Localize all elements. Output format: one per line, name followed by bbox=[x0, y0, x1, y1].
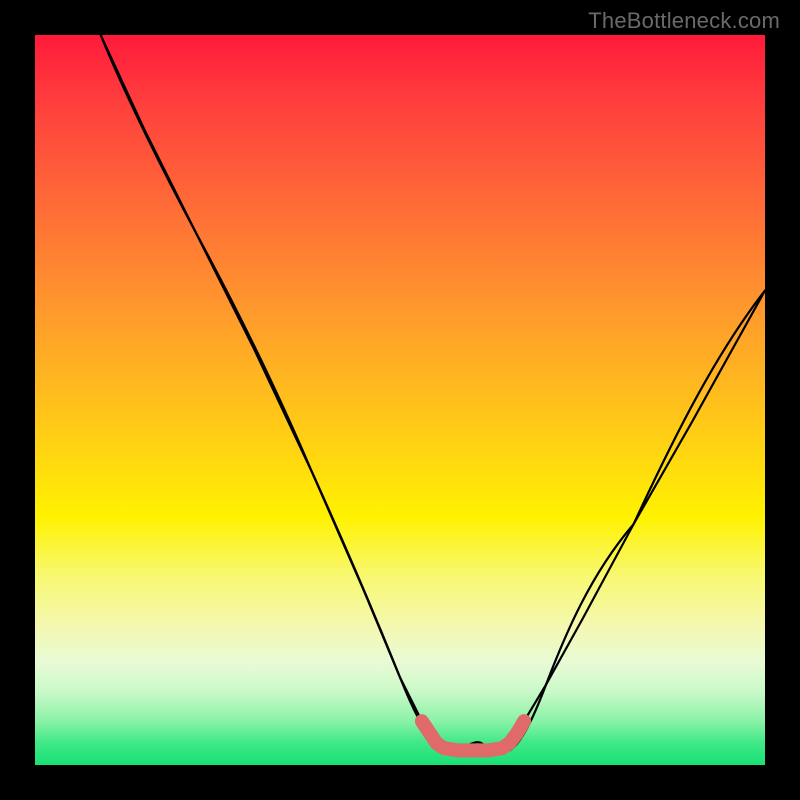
chart-svg bbox=[35, 35, 765, 765]
plot-area bbox=[35, 35, 765, 765]
optimal-zone-highlight bbox=[422, 721, 524, 750]
chart-frame: TheBottleneck.com bbox=[0, 0, 800, 800]
bottleneck-curve-main bbox=[101, 35, 765, 750]
watermark-text: TheBottleneck.com bbox=[588, 8, 780, 34]
bottleneck-curve bbox=[101, 35, 765, 752]
